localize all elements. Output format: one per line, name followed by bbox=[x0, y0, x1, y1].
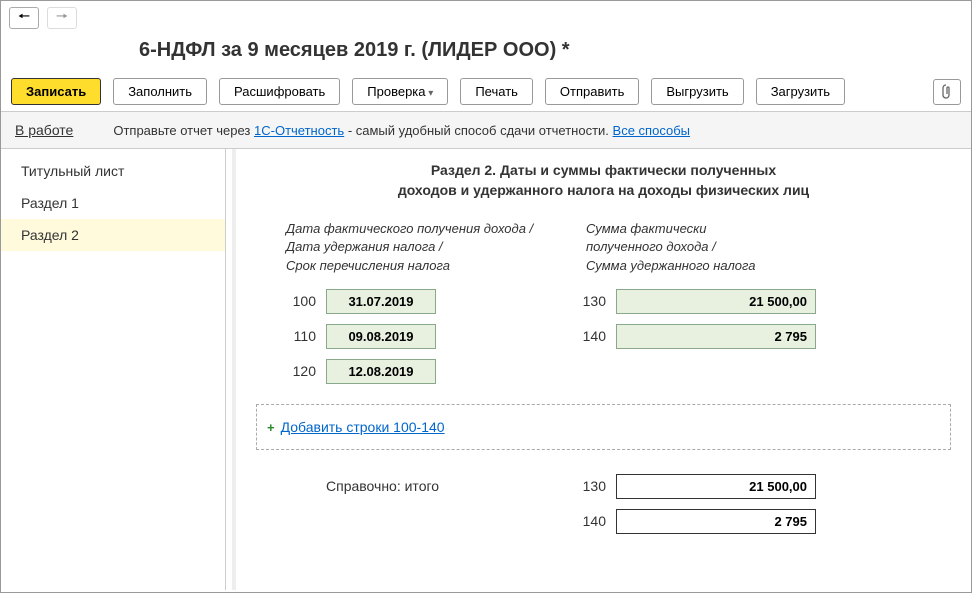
info-text: Отправьте отчет через 1С-Отчетность - са… bbox=[113, 123, 690, 138]
forward-button[interactable]: 🠖 bbox=[47, 7, 77, 29]
amount-field-130[interactable] bbox=[616, 289, 816, 314]
line-num-120: 120 bbox=[286, 363, 326, 379]
date-field-120[interactable] bbox=[326, 359, 436, 384]
toolbar: Записать Заполнить Расшифровать Проверка… bbox=[1, 72, 971, 112]
date-field-110[interactable] bbox=[326, 324, 436, 349]
plus-icon: + bbox=[267, 420, 275, 435]
col-header-amounts: Сумма фактически полученного дохода / Су… bbox=[586, 220, 756, 275]
totals-field-130[interactable] bbox=[616, 474, 816, 499]
totals-num-130: 130 bbox=[576, 478, 616, 494]
sidebar-item-section-1[interactable]: Раздел 1 bbox=[1, 187, 225, 219]
send-button[interactable]: Отправить bbox=[545, 78, 639, 105]
col-header-dates: Дата фактического получения дохода / Дат… bbox=[286, 220, 586, 275]
paperclip-icon bbox=[940, 84, 954, 100]
back-button[interactable]: 🠔 bbox=[9, 7, 39, 29]
add-rows-section: + Добавить строки 100-140 bbox=[256, 404, 951, 450]
fill-button[interactable]: Заполнить bbox=[113, 78, 207, 105]
attach-button[interactable] bbox=[933, 79, 961, 105]
sidebar-item-title-page[interactable]: Титульный лист bbox=[1, 155, 225, 187]
page-title: 6-НДФЛ за 9 месяцев 2019 г. (ЛИДЕР ООО) … bbox=[1, 35, 971, 72]
print-button[interactable]: Печать bbox=[460, 78, 533, 105]
line-num-140: 140 bbox=[576, 328, 616, 344]
line-num-130: 130 bbox=[576, 293, 616, 309]
sidebar: Титульный лист Раздел 1 Раздел 2 bbox=[1, 149, 226, 590]
add-rows-link[interactable]: Добавить строки 100-140 bbox=[281, 419, 445, 435]
import-button[interactable]: Загрузить bbox=[756, 78, 845, 105]
check-button[interactable]: Проверка bbox=[352, 78, 448, 105]
line-num-100: 100 bbox=[286, 293, 326, 309]
status-label[interactable]: В работе bbox=[15, 122, 73, 138]
section-title: Раздел 2. Даты и суммы фактически получе… bbox=[256, 161, 951, 200]
link-1c-report[interactable]: 1С-Отчетность bbox=[254, 123, 344, 138]
date-field-100[interactable] bbox=[326, 289, 436, 314]
totals-num-140: 140 bbox=[576, 513, 616, 529]
totals-label: Справочно: итого bbox=[286, 478, 576, 494]
decrypt-button[interactable]: Расшифровать bbox=[219, 78, 340, 105]
totals-field-140[interactable] bbox=[616, 509, 816, 534]
info-bar: В работе Отправьте отчет через 1С-Отчетн… bbox=[1, 112, 971, 149]
amount-field-140[interactable] bbox=[616, 324, 816, 349]
content: Раздел 2. Даты и суммы фактически получе… bbox=[232, 149, 971, 590]
sidebar-item-section-2[interactable]: Раздел 2 bbox=[1, 219, 225, 251]
export-button[interactable]: Выгрузить bbox=[651, 78, 743, 105]
save-button[interactable]: Записать bbox=[11, 78, 101, 105]
line-num-110: 110 bbox=[286, 328, 326, 344]
link-all-methods[interactable]: Все способы bbox=[613, 123, 690, 138]
